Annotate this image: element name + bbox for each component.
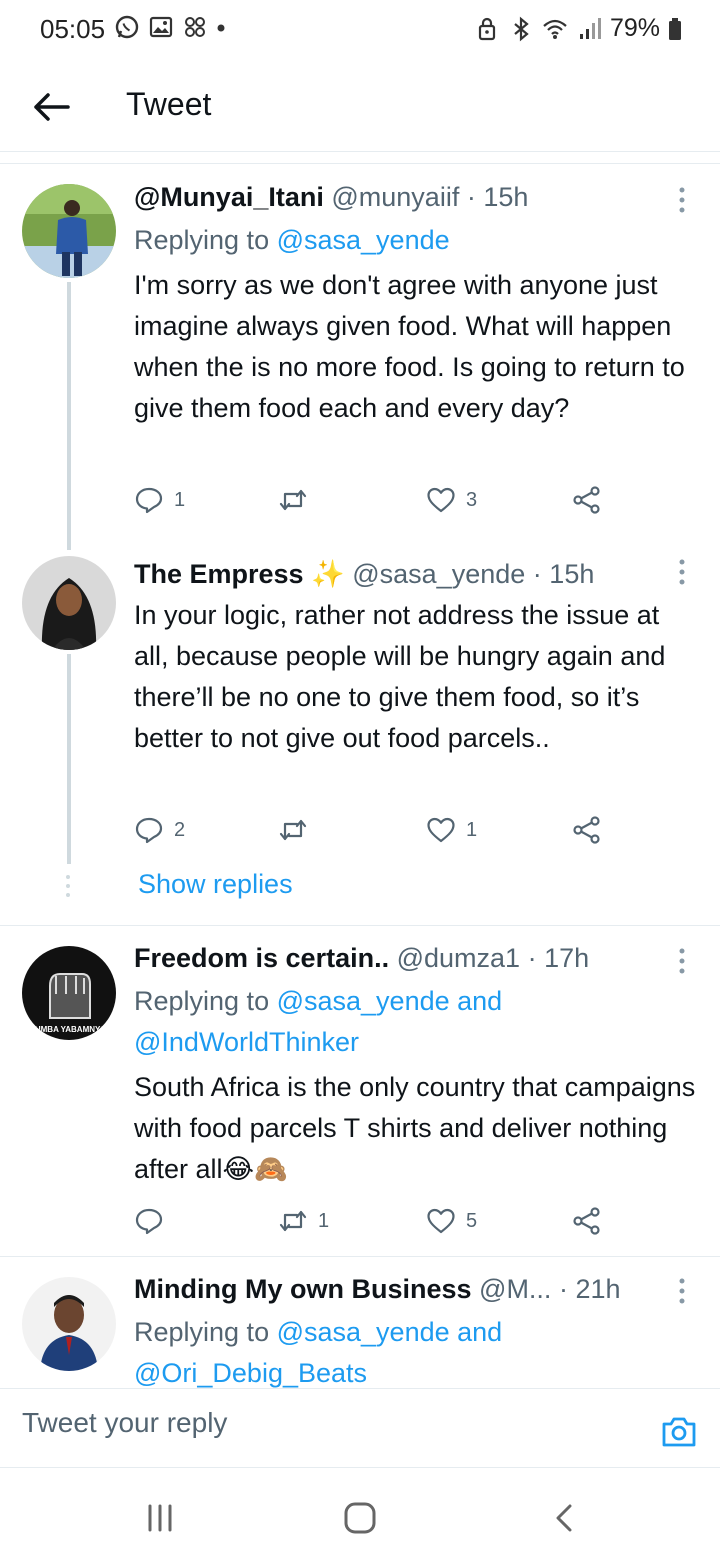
- separator-dot: ·: [466, 182, 476, 212]
- author-handle[interactable]: @munyaiif: [331, 182, 459, 212]
- more-options-icon[interactable]: [670, 557, 694, 587]
- thread-dots-icon: [66, 875, 70, 897]
- like-count: 1: [466, 818, 478, 841]
- avatar[interactable]: IMBUMBA YABAMNYAMA: [22, 946, 116, 1040]
- recent-apps-icon[interactable]: [140, 1500, 180, 1536]
- mention-link[interactable]: @sasa_yende: [277, 986, 450, 1016]
- like-button[interactable]: 1: [426, 810, 477, 850]
- divider: [0, 1256, 720, 1257]
- mention-link[interactable]: @sasa_yende: [277, 1317, 450, 1347]
- author-handle[interactable]: @M...: [479, 1274, 551, 1304]
- reply-count: 2: [174, 818, 186, 841]
- status-bar: 05:05 79%: [0, 0, 720, 60]
- battery-percent: 79%: [609, 14, 660, 42]
- divider: [0, 163, 720, 164]
- mention-link[interactable]: @sasa_yende: [277, 225, 450, 255]
- retweet-icon: [279, 1210, 307, 1232]
- tweet-actions: 1 3: [134, 480, 614, 520]
- tweet-actions: 1 5: [134, 1201, 614, 1241]
- lock-icon: [478, 17, 496, 40]
- replying-to: Replying to @sasa_yende: [134, 225, 450, 255]
- reply-icon: [135, 487, 163, 514]
- reply-count: 1: [174, 488, 186, 511]
- like-button[interactable]: 5: [426, 1201, 477, 1241]
- retweet-button[interactable]: 1: [278, 1201, 329, 1241]
- like-count: 5: [466, 1209, 478, 1232]
- share-button[interactable]: [572, 1201, 602, 1241]
- back-arrow-icon[interactable]: [28, 84, 74, 130]
- separator-dot: ·: [527, 943, 537, 973]
- divider: [0, 925, 720, 926]
- share-button[interactable]: [572, 480, 602, 520]
- dot-icon: [217, 24, 225, 32]
- avatar[interactable]: [22, 184, 116, 278]
- reply-composer: [0, 1388, 720, 1468]
- avatar[interactable]: [22, 1277, 116, 1371]
- reply-button[interactable]: 2: [134, 810, 185, 850]
- mention-link[interactable]: @Ori_Debig_Beats: [134, 1358, 367, 1388]
- retweet-icon: [279, 819, 307, 841]
- share-icon: [573, 1207, 600, 1235]
- heart-icon: [427, 1208, 455, 1234]
- replying-to: Replying to @sasa_yende and @Ori_Debig_Be…: [134, 1317, 503, 1388]
- retweet-icon: [279, 489, 307, 511]
- signal-icon: [579, 17, 601, 39]
- app-header: Tweet: [0, 62, 720, 152]
- author-handle[interactable]: @sasa_yende: [352, 559, 525, 589]
- whatsapp-icon: [115, 15, 139, 39]
- author-name[interactable]: The Empress: [134, 559, 304, 589]
- more-options-icon[interactable]: [670, 1276, 694, 1306]
- avatar-logo-text: IMBUMBA YABAMNYAMA: [22, 1025, 116, 1034]
- more-options-icon[interactable]: [670, 946, 694, 976]
- show-replies-link[interactable]: Show replies: [138, 869, 293, 900]
- reply-icon: [135, 1208, 163, 1235]
- retweet-button[interactable]: [278, 480, 318, 520]
- tweet-actions: 2 1: [134, 810, 614, 850]
- author-name[interactable]: Minding My own Business: [134, 1274, 472, 1304]
- gallery-icon: [149, 16, 173, 38]
- thread-line: [67, 654, 71, 864]
- page-title: Tweet: [126, 86, 212, 122]
- thread-line: [67, 282, 71, 550]
- avatar[interactable]: [22, 556, 116, 650]
- mention-link[interactable]: @IndWorldThinker: [134, 1027, 359, 1057]
- separator-dot: ·: [558, 1274, 568, 1304]
- tweet-text: In your logic, rather not address the is…: [134, 600, 666, 753]
- tweet-time[interactable]: 21h: [575, 1274, 620, 1304]
- tweet-time[interactable]: 17h: [544, 943, 589, 973]
- reply-button[interactable]: 1: [134, 480, 185, 520]
- tweet-text: South Africa is the only country that ca…: [134, 1072, 696, 1184]
- like-count: 3: [466, 488, 478, 511]
- camera-icon[interactable]: [660, 1413, 698, 1451]
- pinwheel-icon: [185, 17, 205, 37]
- more-options-icon[interactable]: [670, 185, 694, 215]
- back-icon[interactable]: [544, 1500, 584, 1536]
- heart-icon: [427, 817, 455, 843]
- author-handle[interactable]: @dumza1: [397, 943, 520, 973]
- retweet-button[interactable]: [278, 810, 318, 850]
- battery-icon: [669, 17, 681, 40]
- like-button[interactable]: 3: [426, 480, 477, 520]
- sparkles-emoji: ✨: [311, 559, 345, 589]
- retweet-count: 1: [318, 1209, 330, 1232]
- status-time: 05:05: [40, 14, 106, 44]
- share-button[interactable]: [572, 810, 602, 850]
- reply-icon: [135, 817, 163, 844]
- heart-icon: [427, 487, 455, 513]
- author-name[interactable]: @Munyai_Itani: [134, 182, 324, 212]
- separator-dot: ·: [532, 559, 542, 589]
- reply-button[interactable]: [134, 1201, 174, 1241]
- reply-input[interactable]: [22, 1407, 622, 1439]
- wifi-icon: [543, 19, 567, 39]
- tweet-time[interactable]: 15h: [483, 182, 528, 212]
- share-icon: [573, 816, 600, 844]
- system-nav-bar: [0, 1470, 720, 1560]
- author-name[interactable]: Freedom is certain..: [134, 943, 389, 973]
- tweet-time[interactable]: 15h: [549, 559, 594, 589]
- home-icon[interactable]: [340, 1500, 380, 1536]
- replying-to: Replying to @sasa_yende and @IndWorldThin…: [134, 986, 503, 1057]
- share-icon: [573, 486, 600, 514]
- tweet-text: I'm sorry as we don't agree with anyone …: [134, 270, 685, 423]
- bluetooth-icon: [514, 16, 529, 41]
